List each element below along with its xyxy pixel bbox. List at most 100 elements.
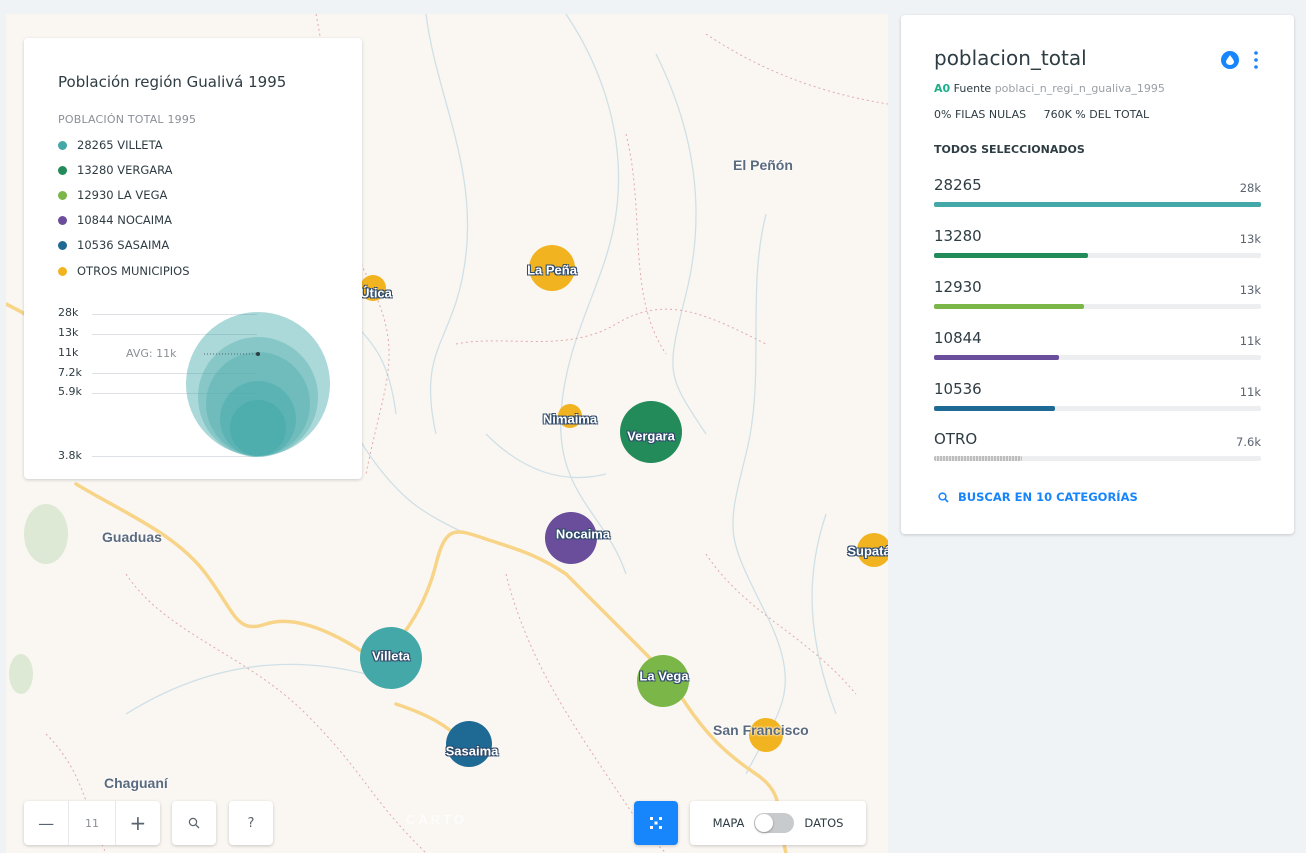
size-tick-label: 5.9k [58, 385, 82, 398]
source-prefix: A0 [934, 82, 951, 95]
bubble-label-supata: Supatá [847, 543, 888, 559]
toggle-label-mapa: MAPA [712, 816, 745, 830]
legend-item: 12930 LA VEGA [58, 188, 167, 202]
total-stat: 760K % DEL TOTAL [1043, 108, 1150, 121]
legend-subtitle: POBLACIÓN TOTAL 1995 [58, 113, 197, 126]
category-name: OTRO [934, 430, 978, 448]
town-label-san-francisco: San Francisco [713, 722, 809, 738]
zoom-control: — 11 + [24, 801, 160, 845]
category-bar-track [934, 456, 1261, 461]
carto-watermark: CARTO [406, 812, 467, 827]
null-rows-stat: 0% FILAS NULAS [934, 108, 1027, 121]
category-bar [934, 304, 1084, 309]
source-label: Fuente [953, 82, 992, 95]
category-row[interactable]: 10536 11k [934, 380, 1261, 414]
town-label-guaduas: Guaduas [102, 529, 162, 545]
widget-title: poblacion_total [934, 46, 1087, 70]
data-view-button[interactable] [634, 801, 678, 845]
zoom-in-button[interactable]: + [116, 801, 160, 845]
legend-panel: Población región Gualivá 1995 POBLACIÓN … [24, 38, 362, 479]
search-categories-label: BUSCAR EN 10 CATEGORÍAS [958, 490, 1138, 504]
category-row[interactable]: OTRO 7.6k [934, 430, 1261, 464]
category-row[interactable]: 28265 28k [934, 176, 1261, 210]
legend-dot [58, 140, 67, 150]
legend-item-label: 10536 SASAIMA [77, 238, 170, 252]
widget-source: A0 Fuente poblaci_n_regi_n_gualiva_1995 [934, 82, 1165, 95]
category-bar-track [934, 253, 1261, 258]
avg-label: AVG: 11k [126, 347, 177, 360]
category-name: 10536 [934, 380, 982, 398]
category-value: 13k [1239, 283, 1261, 297]
town-label-chaguani: Chaguaní [104, 775, 168, 791]
category-bar-track [934, 406, 1261, 411]
category-value: 11k [1239, 334, 1261, 348]
bubble-label-la-pena: La Peña [527, 262, 577, 278]
legend-item-label: 28265 VILLETA [77, 138, 163, 152]
category-bar-track [934, 355, 1261, 360]
category-value: 11k [1239, 385, 1261, 399]
legend-dot [58, 165, 67, 175]
legend-item-label: 12930 LA VEGA [77, 188, 168, 202]
size-tick-label: 28k [58, 306, 79, 319]
legend-item: OTROS MUNICIPIOS [58, 264, 190, 278]
category-bar-track [934, 304, 1261, 309]
bubble-label-la-vega: La Vega [639, 668, 689, 684]
category-bar [934, 355, 1059, 360]
search-categories-link[interactable]: BUSCAR EN 10 CATEGORÍAS [938, 490, 1138, 504]
category-bar [934, 406, 1055, 411]
toggle-switch[interactable] [754, 813, 795, 833]
widget-stats: 0% FILAS NULAS 760K % DEL TOTAL [934, 108, 1149, 121]
category-row[interactable]: 10844 11k [934, 329, 1261, 363]
legend-item-label: OTROS MUNICIPIOS [77, 264, 190, 278]
town-label-el-penon: El Peñón [733, 157, 793, 173]
size-tick-label: 13k [58, 326, 79, 339]
toggle-knob [755, 814, 774, 832]
search-map-button[interactable] [172, 801, 216, 845]
category-name: 12930 [934, 278, 982, 296]
category-name: 13280 [934, 227, 982, 245]
bubble-label-villeta: Villeta [371, 648, 411, 664]
category-value: 13k [1239, 232, 1261, 246]
toggle-label-datos: DATOS [804, 816, 844, 830]
grid-dots-icon [650, 817, 662, 829]
category-bar [934, 253, 1088, 258]
color-drop-icon[interactable] [1221, 51, 1239, 69]
bubble-label-nocaima: Nocaima [555, 526, 611, 542]
category-bar [934, 456, 1022, 461]
legend-item-label: 10844 NOCAIMA [77, 213, 172, 227]
size-tick-label: 3.8k [58, 449, 82, 462]
category-value: 28k [1239, 181, 1261, 195]
source-name: poblaci_n_regi_n_gualiva_1995 [994, 82, 1165, 95]
category-bar [934, 202, 1261, 207]
category-name: 28265 [934, 176, 982, 194]
map-data-toggle[interactable]: MAPA DATOS [690, 801, 866, 845]
legend-dot [58, 266, 67, 276]
legend-item: 28265 VILLETA [58, 138, 163, 152]
legend-dot [58, 190, 67, 200]
legend-item: 10844 NOCAIMA [58, 213, 172, 227]
category-row[interactable]: 13280 13k [934, 227, 1261, 261]
category-widget: poblacion_total A0 Fuente poblaci_n_regi… [901, 15, 1294, 534]
search-icon [938, 491, 949, 503]
bubble-label-utica: Útica [360, 285, 392, 301]
legend-item: 13280 VERGARA [58, 163, 173, 177]
category-bar-track [934, 202, 1261, 207]
bubble-label-vergara: Vergara [627, 428, 675, 444]
size-legend-bubbles [186, 312, 330, 457]
search-icon [188, 817, 200, 829]
size-tick-label: 7.2k [58, 366, 82, 379]
category-name: 10844 [934, 329, 982, 347]
bubble-label-sasaima: Sasaima [445, 743, 499, 759]
legend-title: Población región Gualivá 1995 [58, 73, 287, 91]
help-button[interactable]: ? [229, 801, 273, 845]
legend-item: 10536 SASAIMA [58, 238, 169, 252]
legend-item-label: 13280 VERGARA [77, 163, 173, 177]
category-row[interactable]: 12930 13k [934, 278, 1261, 312]
zoom-out-button[interactable]: — [24, 801, 68, 845]
size-tick-label: 11k [58, 346, 79, 359]
zoom-level: 11 [68, 801, 116, 845]
legend-dot [58, 240, 67, 250]
legend-dot [58, 215, 67, 225]
bubble-label-nimaima: Nimaima [542, 411, 598, 427]
more-options-icon[interactable] [1253, 49, 1259, 71]
